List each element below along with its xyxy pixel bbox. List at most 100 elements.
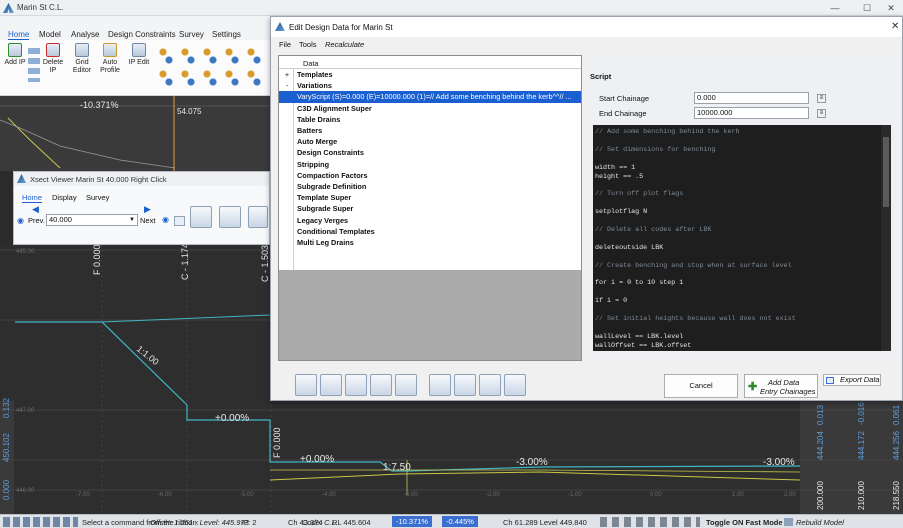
- tree-expander-icon[interactable]: -: [281, 80, 293, 91]
- tab-survey[interactable]: Survey: [179, 30, 204, 39]
- tree-row[interactable]: - Variations: [279, 80, 581, 91]
- prev-round-icon[interactable]: ◉: [17, 216, 24, 225]
- tree-row[interactable]: Multi Leg Drains: [279, 237, 581, 248]
- end-chainage-input[interactable]: 10000.000: [694, 107, 809, 119]
- tab-settings[interactable]: Settings: [212, 30, 241, 39]
- tree-row[interactable]: Subgrade Super: [279, 203, 581, 214]
- main-title-bar: Marin St C.L. — ☐ ✕: [0, 0, 903, 16]
- right-axis-level-3: 444.256: [892, 431, 901, 460]
- status-toggle-fast-mode[interactable]: Toggle ON Fast Mode: [706, 518, 783, 527]
- xsect-view-icon-2[interactable]: [219, 206, 241, 228]
- tree-row[interactable]: Batters: [279, 125, 581, 136]
- tree-row[interactable]: Conditional Templates: [279, 226, 581, 237]
- tree-row[interactable]: Legacy Verges: [279, 215, 581, 226]
- tab-home[interactable]: Home: [8, 30, 30, 40]
- prev-arrow-icon[interactable]: ◀: [32, 204, 39, 215]
- tree-row[interactable]: Subgrade Definition: [279, 181, 581, 192]
- script-line: for i = 0 to 10 step 1: [595, 279, 684, 288]
- next-arrow-icon[interactable]: ▶: [144, 204, 151, 215]
- next-round-icon[interactable]: ◉: [162, 215, 169, 224]
- xsect-view-icon-3[interactable]: [248, 206, 268, 228]
- tree-row[interactable]: + Templates: [279, 69, 581, 80]
- string-label-f0-right: F 0.000: [272, 427, 282, 458]
- tree-row[interactable]: VaryScript (S)=0.000 (E)=10000.000 (1)=/…: [279, 91, 581, 103]
- tick-4: -3.00: [404, 492, 418, 498]
- ip-edit-button[interactable]: IP Edit: [126, 40, 152, 94]
- rebuild-icon[interactable]: [784, 518, 793, 526]
- tab-model[interactable]: Model: [39, 30, 61, 39]
- status-ip: IP: 2: [241, 518, 257, 527]
- menu-file[interactable]: File: [279, 40, 291, 49]
- maximize-button[interactable]: ☐: [856, 1, 878, 15]
- move-up-icon[interactable]: [395, 374, 417, 396]
- tree-row[interactable]: Design Constraints: [279, 147, 581, 158]
- script-editor[interactable]: // Add some benching behind the kerb // S…: [593, 125, 891, 351]
- tree-header-label: Data: [303, 59, 319, 68]
- chart-tool-icon[interactable]: [504, 374, 526, 396]
- end-chainage-value: 10000.000: [697, 108, 733, 117]
- start-chainage-label: Start Chainage: [599, 94, 650, 103]
- minimize-button[interactable]: —: [824, 1, 846, 15]
- next-label[interactable]: Next: [140, 216, 155, 225]
- grid-editor-button[interactable]: Grid Editor: [71, 40, 93, 94]
- xsect-title: Xsect Viewer Marin St 40.000 Right Click: [30, 175, 167, 184]
- template-tool-icon[interactable]: [429, 374, 451, 396]
- status-snap-icons[interactable]: [600, 517, 700, 527]
- add-data-label: Add Data: [768, 378, 800, 387]
- add-data-entry-chainages-button[interactable]: ✚ Add Data Entry Chainages: [744, 374, 818, 398]
- chevron-down-icon: ▼: [129, 217, 135, 223]
- add-row-icon[interactable]: [295, 374, 317, 396]
- tree-row-label: Legacy Verges: [297, 215, 349, 225]
- profile-tools-icon-grid[interactable]: [155, 44, 267, 88]
- script-line: width == 1: [595, 163, 636, 172]
- tab-design-constraints[interactable]: Design Constraints: [108, 30, 176, 39]
- xsect-tab-display[interactable]: Display: [52, 193, 77, 202]
- prev-label[interactable]: Prev.: [28, 216, 45, 225]
- add-ip-button[interactable]: Add IP: [4, 40, 26, 94]
- table-tool-icon[interactable]: [454, 374, 476, 396]
- xsect-view-icon-1[interactable]: [190, 206, 212, 228]
- chainage-select[interactable]: 40.000 ▼: [46, 214, 138, 226]
- move-down-icon[interactable]: [370, 374, 392, 396]
- status-rebuild-model[interactable]: Rebuild Model: [796, 518, 844, 527]
- menu-recalculate[interactable]: Recalculate: [325, 40, 364, 49]
- left-axis-small-3: 446.00: [16, 488, 35, 494]
- script-scroll-thumb[interactable]: [883, 137, 889, 207]
- close-button[interactable]: ✕: [880, 1, 902, 15]
- delete-row-icon[interactable]: [320, 374, 342, 396]
- tick-9: 2.00: [784, 492, 796, 498]
- grade-label-3: -3.00%: [516, 457, 548, 468]
- section-tool-icon[interactable]: [479, 374, 501, 396]
- status-tools-icons[interactable]: [3, 517, 78, 527]
- start-chainage-input[interactable]: 0.000: [694, 92, 809, 104]
- cancel-button[interactable]: Cancel: [664, 374, 738, 398]
- tree-row[interactable]: Auto Merge: [279, 136, 581, 147]
- export-data-button[interactable]: Export Data: [823, 374, 881, 386]
- script-line: deleteoutside LBK: [595, 243, 664, 252]
- start-chainage-stepper-icon[interactable]: ≡: [817, 94, 826, 103]
- status-offset-level: Offset: 1.261 - Level: 445.973: [150, 518, 249, 527]
- end-chainage-stepper-icon[interactable]: ≡: [817, 109, 826, 118]
- tree-row[interactable]: C3D Alignment Super: [279, 103, 581, 114]
- tree-expander-icon[interactable]: +: [281, 69, 293, 80]
- ip-edit-label: IP Edit: [128, 59, 150, 66]
- xsect-settings-icon[interactable]: [174, 216, 185, 226]
- ip-small-tools-icon[interactable]: [28, 44, 40, 82]
- app-logo-icon: [3, 3, 14, 13]
- copy-row-icon[interactable]: [345, 374, 367, 396]
- tree-row-label: Auto Merge: [297, 137, 338, 147]
- tree-row[interactable]: Table Drains: [279, 114, 581, 125]
- tab-analyse[interactable]: Analyse: [71, 30, 99, 39]
- menu-tools[interactable]: Tools: [299, 40, 317, 49]
- auto-profile-button[interactable]: Auto Profile: [99, 40, 121, 94]
- delete-ip-button[interactable]: Delete IP: [42, 40, 64, 94]
- left-axis-level: 450.102: [2, 433, 11, 462]
- quick-access-strip: [0, 16, 270, 27]
- tree-row[interactable]: Template Super: [279, 192, 581, 203]
- tree-row[interactable]: Stripping: [279, 159, 581, 170]
- tree-row[interactable]: Compaction Factors: [279, 170, 581, 181]
- xsect-tab-survey[interactable]: Survey: [86, 193, 109, 202]
- xsect-tab-home[interactable]: Home: [22, 193, 43, 203]
- dialog-close-icon[interactable]: ✕: [891, 21, 899, 32]
- script-scrollbar[interactable]: [881, 125, 891, 351]
